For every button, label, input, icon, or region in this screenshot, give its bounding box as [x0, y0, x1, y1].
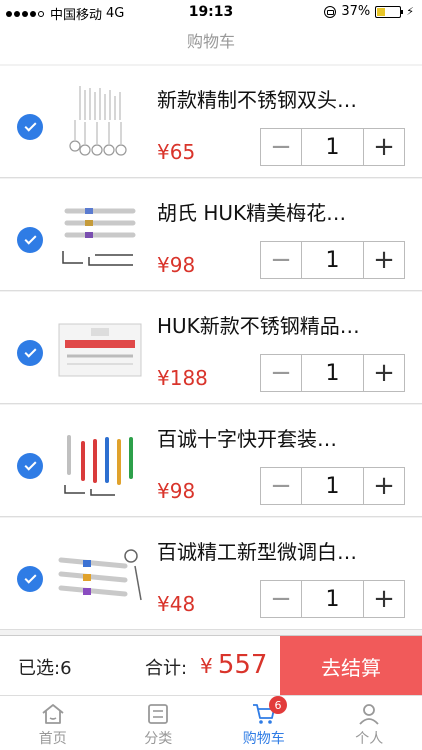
- decrease-button[interactable]: −: [261, 468, 301, 504]
- increase-button[interactable]: +: [364, 468, 404, 504]
- product-price: ¥65: [157, 140, 196, 164]
- select-checkbox[interactable]: [17, 114, 43, 140]
- cart-item[interactable]: 百诚精工新型微调白… ¥48 − 1 +: [0, 518, 422, 630]
- checkmark-icon: [23, 232, 37, 245]
- decrease-button[interactable]: −: [261, 581, 301, 617]
- quantity-value[interactable]: 1: [301, 468, 364, 504]
- product-image: [55, 304, 145, 394]
- total-label: 合计:: [145, 658, 188, 679]
- quantity-value[interactable]: 1: [301, 129, 364, 165]
- increase-button[interactable]: +: [364, 581, 404, 617]
- quantity-stepper: − 1 +: [260, 580, 405, 618]
- checkout-button[interactable]: 去结算: [280, 636, 422, 696]
- tab-cart[interactable]: 6 购物车: [211, 696, 317, 750]
- product-price: ¥188: [157, 366, 208, 390]
- quantity-value[interactable]: 1: [301, 355, 364, 391]
- settlement-bar: 已选:6 合计: ¥ 557 去结算: [0, 635, 422, 696]
- product-image: [55, 191, 145, 281]
- status-bar: 中国移动 4G 19:13 37% ⚡: [0, 0, 422, 24]
- quantity-stepper: − 1 +: [260, 128, 405, 166]
- product-image: [55, 530, 145, 620]
- tab-label: 首页: [38, 731, 67, 747]
- product-image: [55, 417, 145, 507]
- product-title[interactable]: 百诚十字快开套装…: [157, 423, 407, 452]
- increase-button[interactable]: +: [364, 242, 404, 278]
- product-price: ¥98: [157, 253, 196, 277]
- tab-bar: 首页 分类 6 购物车 个人: [0, 695, 422, 750]
- product-title[interactable]: 百诚精工新型微调白…: [157, 536, 407, 565]
- home-icon: [42, 704, 64, 724]
- increase-button[interactable]: +: [364, 355, 404, 391]
- tab-label: 购物车: [242, 731, 285, 747]
- decrease-button[interactable]: −: [261, 129, 301, 165]
- currency-symbol: ¥: [200, 654, 213, 678]
- page-title: 购物车: [186, 32, 235, 51]
- select-checkbox[interactable]: [17, 227, 43, 253]
- selected-count: 已选:6: [18, 658, 72, 679]
- product-title[interactable]: HUK新款不锈钢精品…: [157, 310, 407, 339]
- checkmark-icon: [23, 119, 37, 132]
- quantity-stepper: − 1 +: [260, 241, 405, 279]
- user-icon: [359, 704, 379, 725]
- product-image: [55, 78, 145, 168]
- nav-bar: 购物车: [0, 24, 422, 64]
- tab-category[interactable]: 分类: [106, 696, 212, 750]
- cart-list: 新款精制不锈钢双头… ¥65 − 1 + 胡氏 HUK精美梅花… ¥98 − 1…: [0, 66, 422, 634]
- checkmark-icon: [23, 571, 37, 584]
- tab-profile[interactable]: 个人: [317, 696, 422, 750]
- status-right: 37% ⚡: [324, 4, 414, 19]
- product-title[interactable]: 胡氏 HUK精美梅花…: [157, 197, 407, 226]
- category-icon: [148, 704, 169, 724]
- product-price: ¥48: [157, 592, 196, 616]
- decrease-button[interactable]: −: [261, 242, 301, 278]
- product-price: ¥98: [157, 479, 196, 503]
- cart-item[interactable]: 新款精制不锈钢双头… ¥65 − 1 +: [0, 66, 422, 178]
- select-checkbox[interactable]: [17, 566, 43, 592]
- select-checkbox[interactable]: [17, 340, 43, 366]
- total-value: 557: [217, 650, 268, 680]
- total-amount: ¥ 557: [200, 650, 267, 680]
- quantity-stepper: − 1 +: [260, 354, 405, 392]
- increase-button[interactable]: +: [364, 129, 404, 165]
- checkmark-icon: [23, 458, 37, 471]
- cart-item[interactable]: HUK新款不锈钢精品… ¥188 − 1 +: [0, 292, 422, 404]
- cart-item[interactable]: 百诚十字快开套装… ¥98 − 1 +: [0, 405, 422, 517]
- tab-label: 分类: [144, 731, 173, 747]
- select-checkbox[interactable]: [17, 453, 43, 479]
- quantity-value[interactable]: 1: [301, 242, 364, 278]
- cart-item[interactable]: 胡氏 HUK精美梅花… ¥98 − 1 +: [0, 179, 422, 291]
- quantity-stepper: − 1 +: [260, 467, 405, 505]
- product-title[interactable]: 新款精制不锈钢双头…: [157, 84, 407, 113]
- rotation-lock-icon: [324, 5, 337, 18]
- checkmark-icon: [23, 345, 37, 358]
- battery-icon: [375, 5, 404, 18]
- cart-badge: 6: [269, 696, 287, 714]
- battery-percent: 37%: [341, 4, 371, 19]
- quantity-value[interactable]: 1: [301, 581, 364, 617]
- tab-label: 个人: [355, 731, 384, 747]
- decrease-button[interactable]: −: [261, 355, 301, 391]
- charging-icon: ⚡: [406, 5, 414, 18]
- tab-home[interactable]: 首页: [0, 696, 106, 750]
